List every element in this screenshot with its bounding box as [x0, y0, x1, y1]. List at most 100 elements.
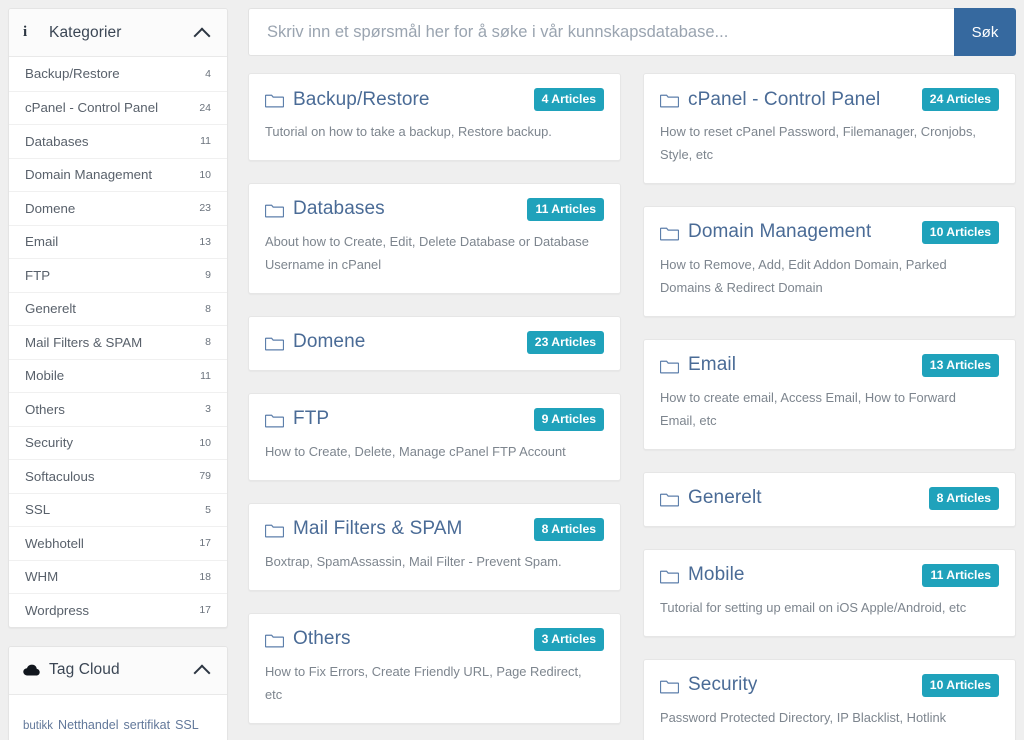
tag-cloud-panel-header[interactable]: Tag Cloud [9, 646, 227, 695]
category-label: cPanel - Control Panel [25, 100, 159, 116]
category-label: Softaculous [25, 468, 95, 484]
chevron-up-icon[interactable] [193, 661, 211, 679]
card-column-left: Backup/Restore 4 Articles Tutorial on how … [248, 73, 621, 740]
category-list-item[interactable]: Databases 11 [9, 124, 227, 158]
category-list-item[interactable]: Security 10 [9, 425, 227, 460]
category-count: 3 [205, 403, 211, 416]
category-card-header: Mail Filters & SPAM 8 Articles [265, 517, 604, 541]
article-count-badge: 11 Articles [922, 563, 999, 587]
folder-icon [265, 203, 284, 218]
article-count-badge: 8 Articles [928, 486, 999, 510]
chevron-up-icon[interactable] [193, 24, 211, 42]
category-label: Security [25, 435, 74, 451]
category-list-item[interactable]: Mobile 11 [9, 358, 227, 393]
category-card[interactable]: Others 3 Articles How to Fix Errors, Creat… [248, 612, 621, 724]
category-count: 8 [205, 336, 211, 349]
article-count-badge: 24 Articles [921, 88, 999, 111]
category-card-title-wrap: Others [265, 628, 351, 650]
category-list-item[interactable]: Domain Management 10 [9, 157, 227, 192]
category-label: Databases [25, 133, 89, 149]
tag-link[interactable]: sertifikat [124, 718, 171, 732]
category-label: Email [25, 234, 59, 250]
category-card[interactable]: Domain Management 10 Articles How to Remov… [643, 205, 1016, 317]
category-label: SSL [25, 502, 51, 518]
category-card[interactable]: Generelt 8 Articles [643, 471, 1016, 527]
category-label: Generelt [25, 301, 76, 317]
category-list-item[interactable]: Wordpress 17 [9, 593, 227, 627]
category-card-description: About how to Create, Edit, Delete Databa… [265, 233, 589, 272]
tag-link[interactable]: SSL [175, 718, 199, 732]
category-card-title: Others [293, 628, 351, 650]
category-card[interactable]: Security 10 Articles Password Protected Di… [643, 658, 1016, 740]
category-label: Mobile [25, 368, 65, 384]
category-card[interactable]: Mail Filters & SPAM 8 Articles Boxtrap, Sp… [248, 502, 621, 591]
category-card-title-wrap: Domene [265, 331, 365, 353]
search-button[interactable]: Søk [954, 8, 1016, 56]
category-card-header: Mobile 11 Articles [660, 563, 999, 587]
category-list-item[interactable]: FTP 9 [9, 258, 227, 292]
category-card-title-wrap: Email [660, 354, 736, 376]
category-card[interactable]: Domene 23 Articles [248, 315, 621, 371]
search-bar: Søk [248, 8, 1016, 56]
category-list-item[interactable]: cPanel - Control Panel 24 [9, 90, 227, 125]
category-list-item[interactable]: Generelt 8 [9, 291, 227, 326]
category-count: 10 [199, 436, 211, 449]
category-list-item[interactable]: Softaculous 79 [9, 459, 227, 493]
category-card-title: Security [688, 674, 758, 696]
category-card-header: Others 3 Articles [265, 627, 604, 651]
category-card-header: Security 10 Articles [660, 673, 999, 697]
tag-list: butikk Netthandel sertifikat SSL [9, 695, 227, 740]
category-card-title-wrap: Mail Filters & SPAM [265, 518, 462, 540]
category-card-title: Backup/Restore [293, 88, 430, 110]
category-list-item[interactable]: Domene 23 [9, 191, 227, 225]
category-card-header: FTP 9 Articles [265, 407, 604, 431]
category-card[interactable]: FTP 9 Articles How to Create, Delete, Mana… [248, 392, 621, 481]
category-count: 17 [199, 604, 211, 617]
category-count: 18 [199, 570, 211, 583]
categories-panel-header[interactable]: i Kategorier [9, 9, 227, 57]
category-card-header: Databases 11 Articles [265, 197, 604, 221]
tag-link[interactable]: butikk [23, 720, 53, 732]
article-count-badge: 10 Articles [921, 220, 999, 244]
category-card-description: How to create email, Access Email, How t… [660, 389, 956, 428]
category-card[interactable]: Email 13 Articles How to create email, Acc… [643, 338, 1016, 450]
category-card-title: Mobile [688, 564, 745, 586]
category-card-title: FTP [293, 408, 330, 430]
category-card[interactable]: Databases 11 Articles About how to Create,… [248, 182, 621, 294]
category-card[interactable]: Mobile 11 Articles Tutorial for setting up… [643, 548, 1016, 637]
category-count: 11 [200, 135, 211, 148]
category-card-title: cPanel - Control Panel [688, 88, 881, 110]
category-card-title-wrap: Databases [265, 198, 385, 220]
category-card-title-wrap: Mobile [660, 564, 745, 586]
category-list-item[interactable]: Webhotell 17 [9, 526, 227, 560]
category-count: 5 [205, 503, 211, 516]
category-list-item[interactable]: SSL 5 [9, 492, 227, 527]
category-list-item[interactable]: Email 13 [9, 224, 227, 259]
category-list-item[interactable]: Others 3 [9, 392, 227, 426]
category-card[interactable]: cPanel - Control Panel 24 Articles How to … [643, 73, 1016, 184]
folder-icon [660, 93, 679, 108]
folder-icon [660, 226, 679, 241]
category-list-item[interactable]: Mail Filters & SPAM 8 [9, 325, 227, 359]
article-count-badge: 23 Articles [526, 330, 604, 354]
category-list-item[interactable]: WHM 18 [9, 559, 227, 594]
card-column-right: cPanel - Control Panel 24 Articles How to … [643, 73, 1016, 740]
category-list-item[interactable]: Backup/Restore 4 [9, 57, 227, 91]
category-count: 9 [205, 269, 211, 282]
category-card-header: cPanel - Control Panel 24 Articles [660, 88, 999, 111]
category-card-description: How to Remove, Add, Edit Addon Domain, P… [660, 256, 947, 295]
category-card[interactable]: Backup/Restore 4 Articles Tutorial on how … [248, 73, 621, 161]
category-card-header: Backup/Restore 4 Articles [265, 88, 604, 111]
category-count: 79 [199, 470, 211, 483]
category-label: WHM [25, 569, 59, 585]
article-count-badge: 10 Articles [921, 673, 999, 697]
category-card-title: Generelt [688, 487, 762, 509]
tag-link[interactable]: Netthandel [58, 718, 118, 732]
folder-icon [265, 633, 284, 648]
category-count: 23 [199, 202, 211, 215]
knowledgebase-page: i Kategorier Backup/Restore 4 cPanel - Con… [0, 0, 1024, 740]
folder-icon [660, 492, 679, 507]
categories-panel: i Kategorier Backup/Restore 4 cPanel - Con… [8, 8, 228, 628]
category-card-grid: Backup/Restore 4 Articles Tutorial on how … [248, 73, 1016, 740]
search-input[interactable] [248, 8, 954, 56]
